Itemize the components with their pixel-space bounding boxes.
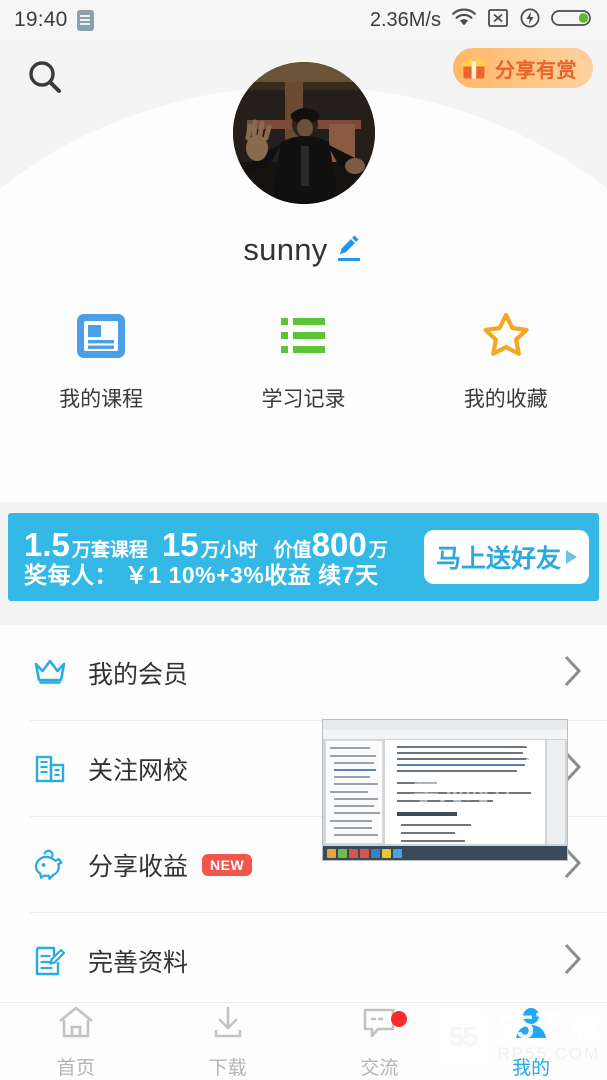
building-icon: [30, 751, 70, 787]
status-bar-right: 2.36M/s: [370, 7, 593, 34]
charging-bolt-icon: [519, 7, 541, 34]
thumb-right-toolbar: [547, 740, 565, 844]
promo-banner[interactable]: 1.5 万套课程 15 万小时 价值 800 万 奖每人： ￥1 10%+3%收…: [8, 513, 599, 601]
crown-icon: [30, 655, 70, 691]
share-reward-button[interactable]: 分享有赏: [453, 48, 593, 88]
send-to-friend-button[interactable]: 马上送好友: [423, 530, 589, 584]
promo-stat-value: 15: [161, 525, 199, 563]
thumb-document-page: 学为时代: [385, 740, 545, 854]
person-icon: [511, 1004, 551, 1047]
promo-stat-unit: 万: [368, 539, 388, 561]
promo-stat-unit: 万套课程: [71, 539, 148, 561]
thumb-navigation-pane: [325, 740, 383, 844]
piggy-bank-icon: [30, 847, 70, 883]
star-outline-icon: [480, 310, 532, 367]
menu-item-my-membership[interactable]: 我的会员: [0, 625, 607, 721]
gift-icon: [461, 55, 487, 81]
promo-line-2: 奖每人： ￥1 10%+3%收益 续7天: [24, 561, 379, 588]
nav-item-download[interactable]: 下载: [152, 1003, 304, 1080]
promo-stat-value: 800: [311, 525, 367, 563]
status-time: 19:40: [14, 8, 68, 31]
quick-actions: 我的课程 学习记录 我的收藏: [0, 310, 607, 413]
battery-icon: [551, 7, 593, 34]
list-lines-icon: [277, 310, 329, 367]
promo-stat-value: 1.5: [24, 525, 70, 563]
quick-action-label: 我的收藏: [463, 388, 548, 411]
profile-header: 分享有赏 sunny 我的课程 学习记录 我的收藏: [0, 40, 607, 502]
nav-item-mine[interactable]: 我的: [455, 1003, 607, 1080]
thumb-titlebar: [323, 720, 567, 730]
network-speed: 2.36M/s: [369, 8, 441, 31]
status-bar: 19:40 2.36M/s: [0, 0, 607, 40]
menu-item-complete-profile[interactable]: 完善资料: [0, 913, 607, 1009]
close-x-icon[interactable]: [523, 742, 545, 764]
nav-item-label: 我的: [512, 1057, 551, 1079]
play-triangle-icon: [566, 550, 577, 564]
nav-item-home[interactable]: 首页: [0, 1003, 152, 1080]
bottom-navigation: 首页 下载 交流 我的: [0, 1002, 607, 1080]
menu-item-label: 我的会员: [88, 661, 189, 689]
pencil-edit-icon[interactable]: [330, 230, 364, 269]
promo-line-1: 1.5 万套课程 15 万小时 价值 800 万: [24, 528, 424, 561]
nav-item-label: 交流: [360, 1057, 399, 1079]
menu-item-label: 完善资料: [88, 949, 189, 977]
no-signal-icon: [487, 7, 509, 34]
quick-action-label: 我的课程: [59, 388, 144, 411]
wifi-icon: [451, 7, 477, 34]
promo-banner-text: 1.5 万套课程 15 万小时 价值 800 万 奖每人： ￥1 10%+3%收…: [24, 528, 424, 587]
sim-card-icon: [76, 9, 94, 31]
promo-stat-prefix: 价值: [273, 539, 312, 561]
nav-item-chat[interactable]: 交流: [304, 1003, 456, 1080]
thumb-ribbon: [323, 730, 567, 739]
status-badge: NEW: [202, 854, 253, 876]
floating-video-thumbnail[interactable]: 学为时代: [322, 719, 568, 861]
course-card-icon: [75, 310, 127, 367]
send-to-friend-label: 马上送好友: [435, 545, 561, 573]
notification-dot: [391, 1011, 408, 1027]
menu-item-label: 分享收益: [88, 853, 189, 881]
download-icon: [208, 1004, 248, 1047]
thumb-watermark: 学为时代: [412, 776, 518, 807]
status-bar-left: 19:40: [14, 8, 94, 32]
username: sunny: [243, 231, 328, 267]
chevron-right-icon: [559, 939, 585, 984]
chevron-right-icon: [559, 651, 585, 696]
app-root: 19:40 2.36M/s 分享有赏 sunny 我的课程 学习记录 我的收藏 …: [0, 0, 607, 1080]
promo-stat-unit: 万小时: [200, 539, 258, 561]
quick-action-label: 学习记录: [261, 388, 346, 411]
quick-action-my-courses[interactable]: 我的课程: [0, 310, 202, 413]
menu-item-label: 关注网校: [88, 757, 189, 785]
quick-action-study-record[interactable]: 学习记录: [202, 310, 404, 413]
thumb-taskbar: [323, 846, 567, 860]
avatar[interactable]: [232, 62, 375, 204]
username-row[interactable]: sunny: [0, 230, 607, 269]
nav-item-label: 首页: [56, 1057, 95, 1079]
quick-action-my-favorites[interactable]: 我的收藏: [405, 310, 607, 413]
nav-item-label: 下载: [208, 1057, 247, 1079]
edit-document-icon: [30, 943, 70, 979]
share-reward-label: 分享有赏: [495, 59, 577, 82]
search-icon[interactable]: [22, 54, 68, 100]
home-icon: [56, 1004, 96, 1047]
